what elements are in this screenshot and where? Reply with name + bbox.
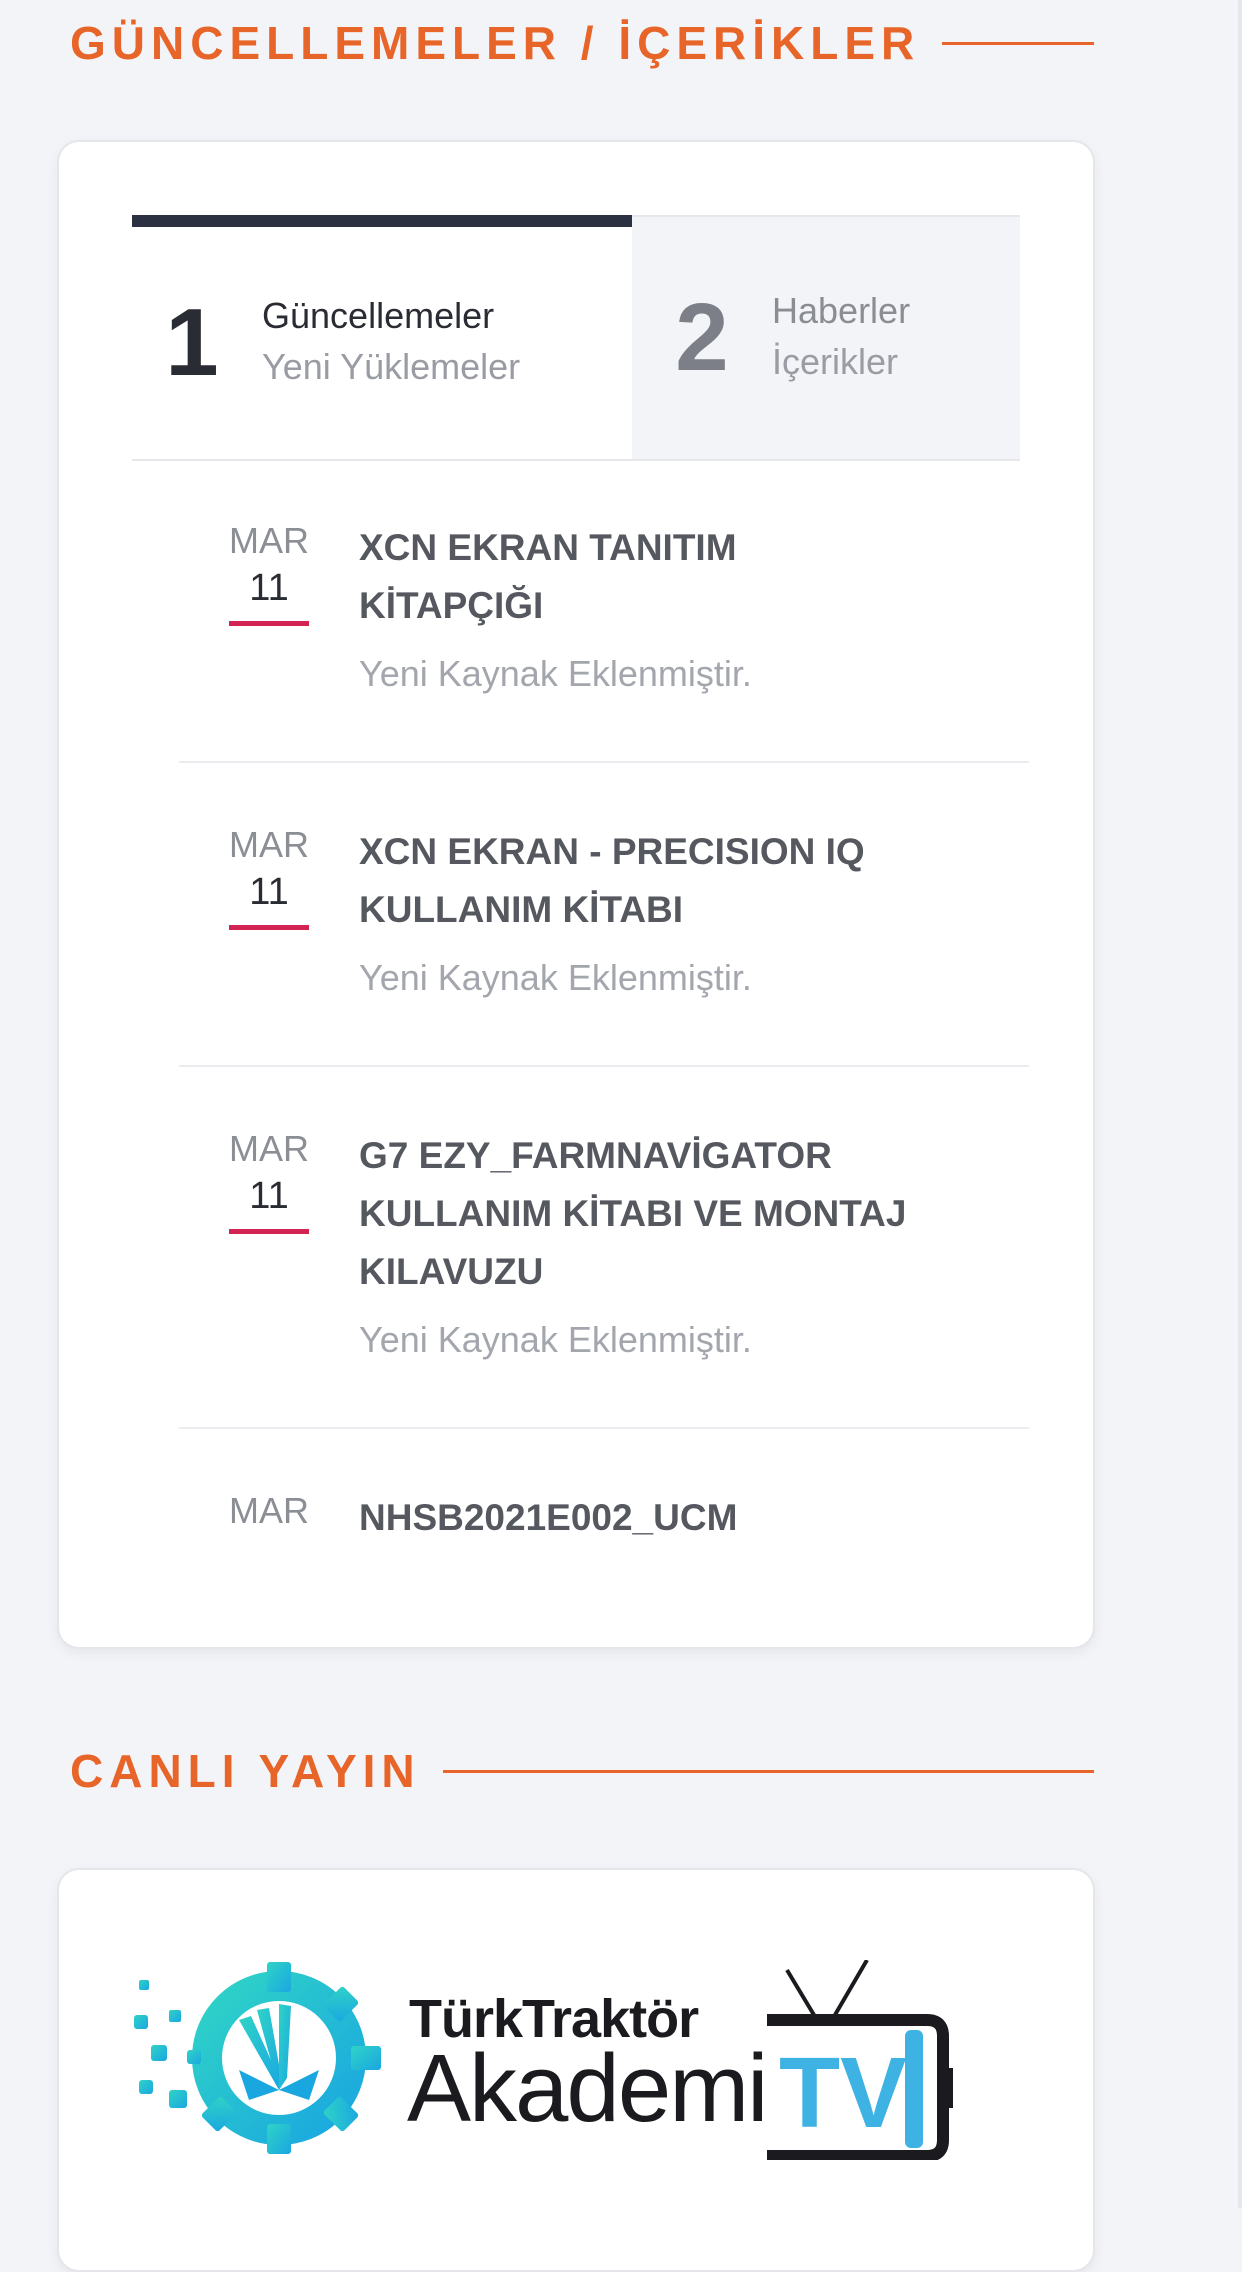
akademi-tv-logo[interactable]: TürkTraktör Akademi TV (129, 1940, 953, 2160)
logo-text-akademi: Akademi (407, 2035, 768, 2142)
date-badge: MAR (179, 1489, 359, 1547)
live-card: TürkTraktör Akademi TV (57, 1868, 1095, 2272)
item-title[interactable]: NHSB2021E002_UCM (359, 1489, 989, 1547)
date-day: 11 (229, 562, 309, 627)
date-month: MAR (229, 520, 309, 561)
tab-subtitle: İçerikler (772, 341, 899, 383)
item-title[interactable]: XCN EKRAN - PRECISION IQ KULLANIM KİTABI (359, 823, 919, 939)
updates-section-heading: GÜNCELLEMELER / İÇERİKLER (70, 10, 1094, 76)
list-item[interactable]: MAR NHSB2021E002_UCM (179, 1429, 1029, 1547)
tab-number: 1 (165, 289, 219, 396)
list-item[interactable]: MAR 11 XCN EKRAN - PRECISION IQ KULLANIM… (179, 763, 1029, 1067)
tab-title: Haberler (772, 289, 911, 331)
tab-haberler[interactable]: 2 Haberler İçerikler (632, 215, 1020, 459)
item-subtitle: Yeni Kaynak Eklenmiştir. (359, 653, 752, 694)
item-title[interactable]: XCN EKRAN TANITIM KİTAPÇIĞI (359, 519, 779, 635)
updates-tabs: 1 Güncellemeler Yeni Yüklemeler 2 Haberl… (132, 215, 1020, 461)
updates-card: 1 Güncellemeler Yeni Yüklemeler 2 Haberl… (57, 140, 1095, 1649)
date-day: 11 (229, 866, 309, 931)
item-title[interactable]: G7 EZY_FARMNAVİGATOR KULLANIM KİTABI VE … (359, 1127, 959, 1301)
list-item[interactable]: MAR 11 G7 EZY_FARMNAVİGATOR KULLANIM KİT… (179, 1067, 1029, 1429)
tab-number: 2 (675, 284, 729, 391)
item-subtitle: Yeni Kaynak Eklenmiştir. (359, 1319, 752, 1360)
page-edge (1238, 0, 1242, 2208)
logo-text-tv: TV (779, 2037, 907, 2149)
updates-list: MAR 11 XCN EKRAN TANITIM KİTAPÇIĞI Yeni … (179, 459, 1029, 1547)
tab-subtitle: Yeni Yüklemeler (262, 346, 521, 388)
item-subtitle: Yeni Kaynak Eklenmiştir. (359, 957, 752, 998)
gear-book-icon (134, 1962, 381, 2154)
heading-rule (942, 41, 1094, 45)
list-item[interactable]: MAR 11 XCN EKRAN TANITIM KİTAPÇIĞI Yeni … (179, 459, 1029, 763)
live-heading-title: CANLI YAYIN (70, 1745, 421, 1797)
date-badge: MAR 11 (179, 519, 359, 761)
heading-rule (442, 1769, 1094, 1773)
date-badge: MAR 11 (179, 823, 359, 1065)
updates-heading-title: GÜNCELLEMELER / İÇERİKLER (70, 17, 921, 69)
date-month: MAR (229, 1128, 309, 1169)
date-month: MAR (229, 824, 309, 865)
date-month: MAR (229, 1490, 309, 1531)
live-section-heading: CANLI YAYIN (70, 1738, 1094, 1804)
date-badge: MAR 11 (179, 1127, 359, 1427)
tab-guncellemeler[interactable]: 1 Güncellemeler Yeni Yüklemeler (132, 215, 632, 459)
date-day: 11 (229, 1170, 309, 1235)
tab-title: Güncellemeler (262, 294, 495, 336)
